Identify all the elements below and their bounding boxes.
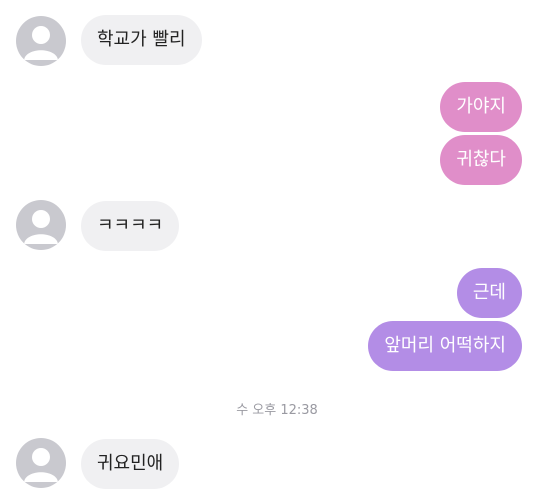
- default-profile-avatar-icon[interactable]: [16, 16, 66, 66]
- incoming-message-bubble[interactable]: 학교가 빨리: [81, 15, 202, 65]
- outgoing-message-bubble[interactable]: 앞머리 어떡하지: [368, 321, 522, 371]
- message-timestamp: 수 오후 12:38: [236, 403, 318, 418]
- default-profile-avatar-icon[interactable]: [16, 438, 66, 488]
- incoming-message-bubble[interactable]: 귀요민애: [81, 439, 180, 489]
- chat-thread: 학교가 빨리 가야지 귀찮다 ㅋㅋㅋㅋ 근데 앞머리 어떡하지 수 오후 12:…: [0, 0, 554, 500]
- outgoing-message-bubble[interactable]: 가야지: [440, 82, 522, 132]
- default-profile-avatar-icon[interactable]: [16, 200, 66, 250]
- outgoing-message-bubble[interactable]: 귀찮다: [440, 135, 522, 185]
- incoming-message-bubble[interactable]: ㅋㅋㅋㅋ: [81, 201, 180, 251]
- outgoing-message-bubble[interactable]: 근데: [456, 268, 522, 318]
